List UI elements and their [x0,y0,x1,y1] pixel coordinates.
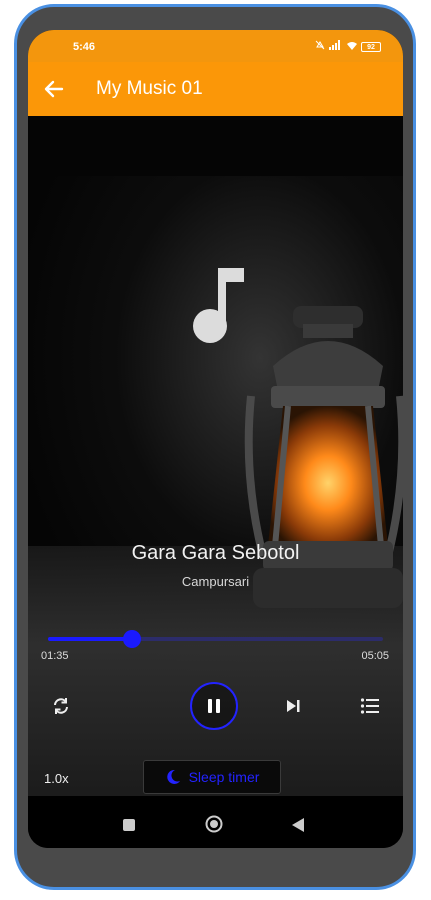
sleep-timer-button[interactable]: Sleep timer [143,760,281,794]
play-pause-button[interactable] [190,682,238,730]
recents-button[interactable] [123,819,135,831]
nav-back-button[interactable] [291,817,305,833]
signal-icon [329,40,343,53]
phone-screen: 5:46 92 My Music 01 Gara Gara Sebotol Ca… [28,30,403,848]
playlist-icon [360,698,379,714]
app-bar: My Music 01 [28,62,403,116]
repeat-button[interactable] [46,691,76,721]
moon-icon [166,769,180,784]
song-title: Gara Gara Sebotol [131,542,300,564]
mute-icon [315,40,325,53]
repeat-icon [54,698,68,714]
back-button[interactable] [42,77,66,101]
player-view: Gara Gara Sebotol Campursari 01:35 05:05 [28,116,403,796]
home-button[interactable] [205,815,223,833]
seek-bar[interactable] [48,630,383,648]
seek-bar-progress [48,637,132,641]
system-nav-bar [28,796,403,848]
current-time: 01:35 [41,650,69,662]
music-note-icon [193,268,244,343]
wifi-icon [347,40,357,53]
total-time: 05:05 [361,650,389,662]
next-button[interactable] [278,691,308,721]
playlist-button[interactable] [355,691,385,721]
arrow-left-icon [44,80,64,98]
status-time: 5:46 [73,41,96,53]
sleep-timer-label: Sleep timer [188,769,260,785]
battery-icon: 92 [361,41,381,52]
song-artist: Campursari [181,574,250,589]
pause-icon [208,699,220,713]
seek-bar-thumb[interactable] [122,630,141,648]
status-bar: 5:46 92 [28,30,403,62]
page-title: My Music 01 [96,78,203,99]
status-icons: 92 [315,40,381,53]
skip-next-icon [287,700,300,712]
playback-speed-button[interactable]: 1.0x [44,771,69,786]
